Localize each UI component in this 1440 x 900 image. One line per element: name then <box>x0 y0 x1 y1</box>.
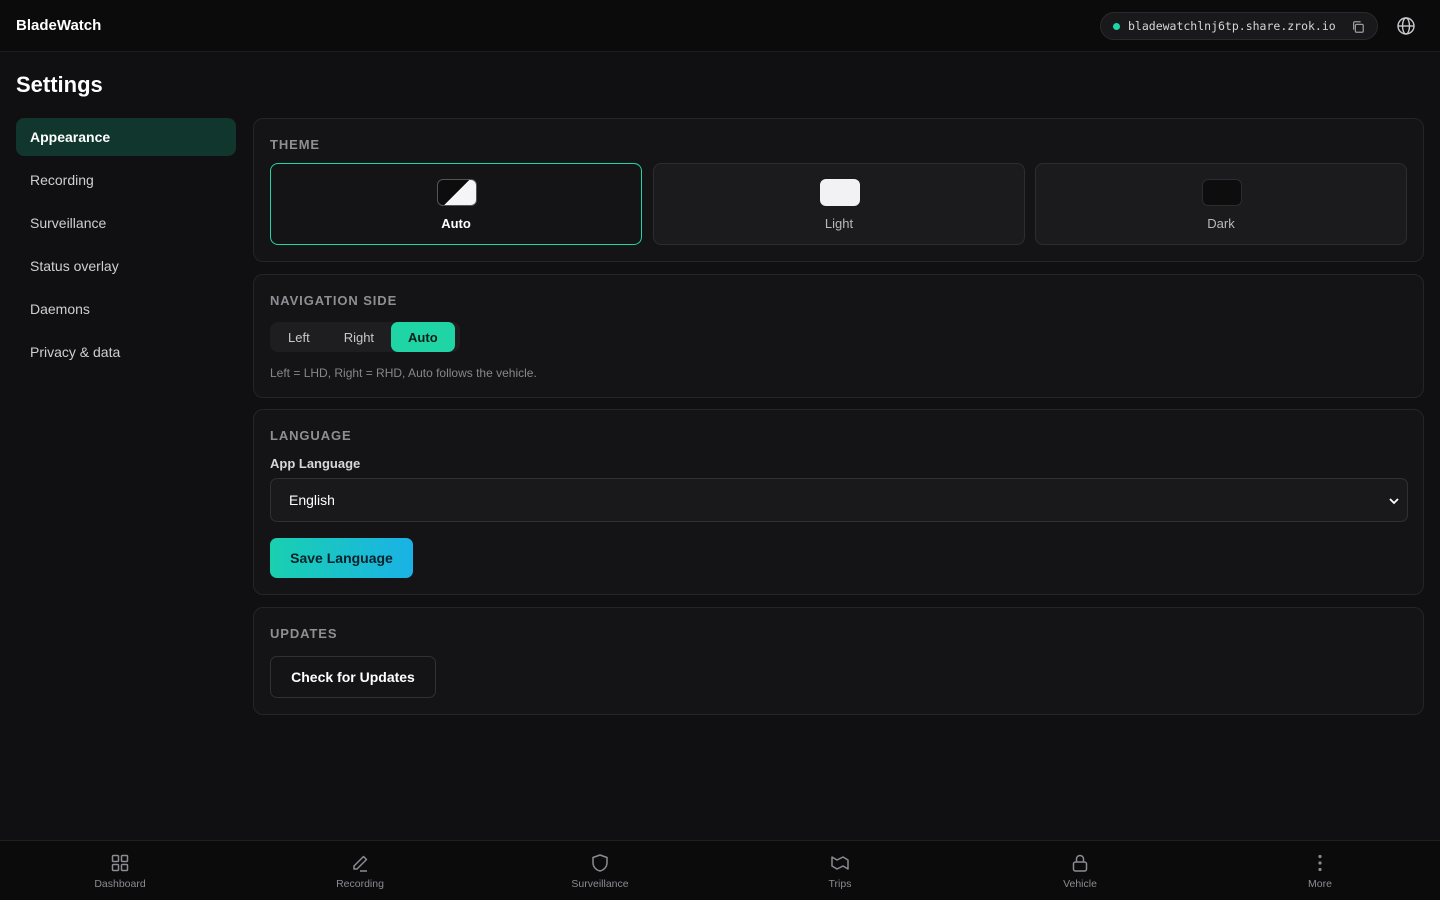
app-title: BladeWatch <box>16 17 102 34</box>
chevron-down-icon <box>1389 498 1399 505</box>
nav-label: Vehicle <box>1063 878 1097 890</box>
map-icon <box>831 856 849 870</box>
navigation-side-section-title: NAVIGATION SIDE <box>270 293 398 308</box>
nav-side-right-option[interactable]: Right <box>327 322 391 352</box>
theme-option-light[interactable]: Light <box>653 163 1025 245</box>
status-dot <box>1113 22 1120 30</box>
updates-section-title: UPDATES <box>270 626 338 641</box>
app-language-label: App Language <box>270 456 361 471</box>
nav-item-trips[interactable]: Trips <box>720 841 960 900</box>
save-language-button[interactable]: Save Language <box>270 538 413 578</box>
nav-item-surveillance[interactable]: Surveillance <box>480 841 720 900</box>
settings-sidebar: Appearance Recording Surveillance Status… <box>16 118 236 376</box>
nav-item-more[interactable]: More <box>1200 841 1440 900</box>
pen-icon <box>353 855 368 872</box>
sidebar-item-recording[interactable]: Recording <box>16 161 236 199</box>
nav-label: Dashboard <box>94 878 146 890</box>
share-url-text: bladewatchlnj6tp.share.zrok.io <box>1128 19 1336 33</box>
theme-option-auto[interactable]: Auto <box>270 163 642 245</box>
shield-icon <box>592 854 608 872</box>
sidebar-item-privacy-data[interactable]: Privacy & data <box>16 333 236 371</box>
globe-icon[interactable] <box>1396 16 1416 36</box>
theme-option-label: Light <box>824 216 854 231</box>
navigation-side-card: NAVIGATION SIDE Left Right Auto Left = L… <box>253 274 1424 398</box>
sidebar-item-daemons[interactable]: Daemons <box>16 290 236 328</box>
light-theme-swatch <box>820 179 860 206</box>
updates-card: UPDATES Check for Updates <box>253 607 1424 715</box>
grid-icon <box>111 854 129 872</box>
nav-item-recording[interactable]: Recording <box>240 841 480 900</box>
nav-side-left-option[interactable]: Left <box>271 322 327 352</box>
sidebar-item-status-overlay[interactable]: Status overlay <box>16 247 236 285</box>
language-card: LANGUAGE App Language English Save Langu… <box>253 409 1424 595</box>
more-vertical-icon <box>1318 854 1322 872</box>
theme-option-dark[interactable]: Dark <box>1035 163 1407 245</box>
navigation-side-segmented-control: Left Right Auto <box>270 322 460 352</box>
nav-item-dashboard[interactable]: Dashboard <box>0 841 240 900</box>
nav-label: Trips <box>828 878 852 890</box>
sidebar-item-surveillance[interactable]: Surveillance <box>16 204 236 242</box>
lock-icon <box>1072 854 1088 872</box>
language-select-value: English <box>289 492 335 508</box>
top-bar: BladeWatch bladewatchlnj6tp.share.zrok.i… <box>0 0 1440 52</box>
language-section-title: LANGUAGE <box>270 428 352 443</box>
copy-icon[interactable] <box>1351 20 1365 34</box>
bottom-navigation: Dashboard Recording Surveillance Trips V… <box>0 840 1440 900</box>
sidebar-item-appearance[interactable]: Appearance <box>16 118 236 156</box>
nav-side-auto-option[interactable]: Auto <box>391 322 455 352</box>
language-select[interactable]: English <box>270 478 1408 522</box>
navigation-side-hint: Left = LHD, Right = RHD, Auto follows th… <box>270 366 537 380</box>
nav-label: Surveillance <box>571 878 629 890</box>
nav-item-vehicle[interactable]: Vehicle <box>960 841 1200 900</box>
theme-option-label: Dark <box>1207 216 1235 231</box>
theme-section-title: THEME <box>270 137 320 152</box>
page-title: Settings <box>16 72 103 97</box>
nav-label: More <box>1308 878 1332 890</box>
check-for-updates-button[interactable]: Check for Updates <box>270 656 436 698</box>
dark-theme-swatch <box>1202 179 1242 206</box>
theme-option-label: Auto <box>441 216 471 231</box>
share-url-pill[interactable]: bladewatchlnj6tp.share.zrok.io <box>1100 12 1378 40</box>
theme-card: THEME Auto Light Dark <box>253 118 1424 262</box>
nav-label: Recording <box>336 878 384 890</box>
auto-theme-swatch <box>437 179 477 206</box>
